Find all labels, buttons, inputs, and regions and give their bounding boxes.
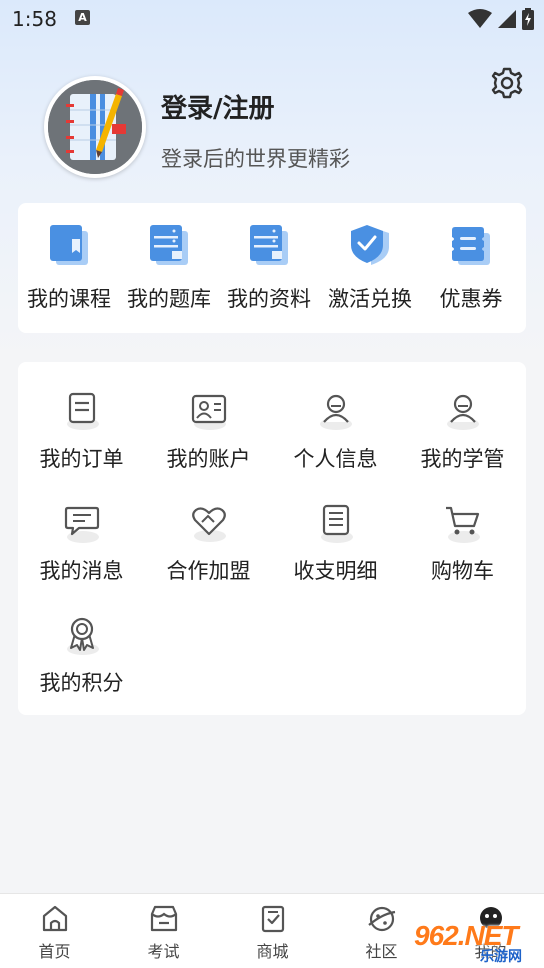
status-time: 1:58 [12,7,57,31]
battery-icon [522,8,534,30]
nav-label: 商城 [256,942,289,961]
order-icon [67,392,99,430]
menu-item-label: 我的消息 [39,559,124,583]
partnership-heart-icon [192,507,226,542]
menu-item-personal-info[interactable]: 个人信息 [272,370,399,471]
quick-action-label: 我的题库 [127,287,211,311]
avatar[interactable] [44,76,146,178]
nav-tab-mall[interactable]: 商城 [218,894,327,968]
notebook-pencil-icon [48,80,142,174]
nav-label: 考试 [147,942,180,961]
ledger-list-icon [321,504,353,543]
nav-tab-exam[interactable]: 考试 [109,894,218,968]
menu-item-label: 购物车 [431,559,494,583]
menu-item-partnership[interactable]: 合作加盟 [145,482,272,583]
menu-item-label: 合作加盟 [166,559,251,583]
watermark: 962.NET 乐游网 [414,918,544,968]
message-icon [64,506,100,543]
status-icons [468,8,534,30]
notification-a-icon: A [75,10,90,25]
menu-item-study-manager[interactable]: 我的学管 [399,370,526,471]
quick-action-label: 我的课程 [27,287,111,311]
menu-grid-card: 我的订单 我的账户 个人信息 我的学管 我的消息 合作加盟 收支明细 购物车 我… [18,362,526,715]
menu-item-shopping-cart[interactable]: 购物车 [399,482,526,583]
wifi-icon [468,9,492,28]
user-info-icon [320,394,352,430]
menu-item-label: 我的学管 [420,447,505,471]
menu-item-account[interactable]: 我的账户 [145,370,272,471]
account-card-icon [191,394,227,430]
login-register-title[interactable]: 登录/注册 [161,88,275,125]
study-manager-icon [447,394,479,430]
coupon-icon [452,227,490,265]
points-medal-icon [67,617,99,655]
quick-action-coupons[interactable]: 优惠券 [421,203,521,333]
community-icon [368,906,396,932]
menu-item-label: 我的积分 [39,671,124,695]
login-subtitle: 登录后的世界更精彩 [161,147,350,171]
home-icon [42,905,68,932]
course-icon [50,225,88,265]
quick-action-activate-redeem[interactable]: 激活兑换 [320,203,420,333]
status-bar: 1:58 A [0,0,544,40]
watermark-sub-text: 乐游网 [480,949,522,965]
mall-icon [261,905,285,933]
menu-item-label: 个人信息 [293,447,378,471]
quick-action-my-courses[interactable]: 我的课程 [19,203,119,333]
quick-action-label: 激活兑换 [328,287,412,311]
quick-action-label: 我的资料 [227,287,311,311]
menu-item-points[interactable]: 我的积分 [18,594,145,695]
quick-actions-card: 我的课程 我的题库 我的资料 激活兑换 优惠券 [18,203,526,333]
nav-label: 首页 [38,942,71,961]
menu-item-income-expense[interactable]: 收支明细 [272,482,399,583]
menu-item-label: 收支明细 [293,559,378,583]
cart-icon [446,506,480,543]
nav-tab-home[interactable]: 首页 [0,894,109,968]
activate-shield-icon [351,225,389,265]
materials-icon [250,225,288,265]
menu-item-orders[interactable]: 我的订单 [18,370,145,471]
menu-item-label: 我的账户 [166,447,251,471]
question-bank-icon [150,225,188,265]
menu-item-label: 我的订单 [39,447,124,471]
exam-icon [150,905,178,932]
quick-action-label: 优惠券 [439,287,503,311]
quick-action-materials[interactable]: 我的资料 [219,203,319,333]
quick-action-question-bank[interactable]: 我的题库 [119,203,219,333]
menu-item-messages[interactable]: 我的消息 [18,482,145,583]
signal-icon [498,10,516,28]
settings-gear-icon[interactable] [490,66,524,100]
